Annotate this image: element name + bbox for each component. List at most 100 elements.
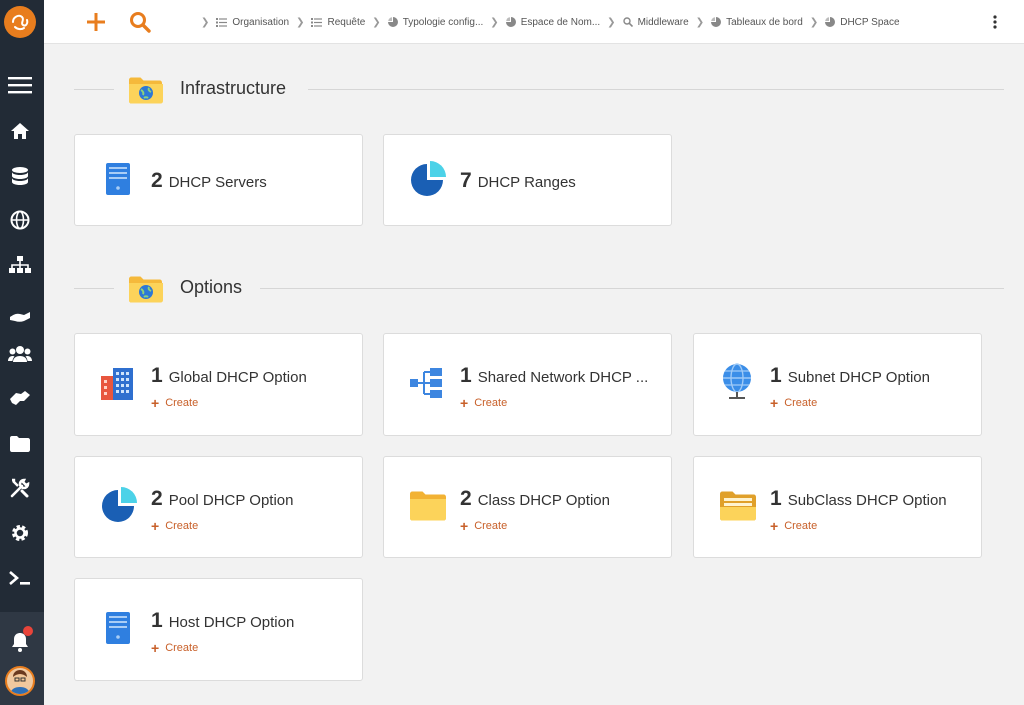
plus-icon: + (151, 518, 160, 534)
create-label: Create (784, 520, 818, 532)
terminal-icon[interactable] (6, 564, 34, 592)
app-logo[interactable] (4, 6, 36, 38)
card-title: Class DHCP Option (477, 492, 610, 509)
card-count: 1 (460, 364, 472, 387)
folder-icon[interactable] (6, 430, 34, 458)
globe-network-icon (720, 362, 754, 407)
section-infrastructure: Infrastructure (74, 72, 1004, 106)
card-subnet-dhcp-option[interactable]: 1 Subnet DHCP Option + Create (693, 333, 982, 436)
tree-icon (410, 366, 444, 405)
card-global-dhcp-option[interactable]: 1 Global DHCP Option + Create (74, 333, 363, 436)
card-label: 2 Class DHCP Option (460, 487, 610, 511)
folder-open-icon (720, 491, 756, 526)
search-button[interactable] (128, 10, 152, 34)
card-title: Host DHCP Option (168, 614, 295, 631)
pie-icon (387, 17, 398, 27)
sidebar (0, 0, 44, 705)
topbar: ❯ Organisation ❯ Requête ❯ Typologie con… (44, 0, 1024, 44)
card-class-dhcp-option[interactable]: 2 Class DHCP Option + Create (383, 456, 672, 558)
breadcrumb-label: DHCP Space (840, 16, 900, 28)
pie-chart-icon (101, 487, 137, 528)
breadcrumb-label: Middleware (637, 16, 689, 28)
card-subclass-dhcp-option[interactable]: 1 SubClass DHCP Option + Create (693, 456, 982, 558)
create-button[interactable]: + Create (770, 396, 817, 410)
breadcrumb-item[interactable]: ❯ Middleware (600, 17, 689, 28)
plus-icon (87, 13, 105, 31)
create-label: Create (165, 520, 199, 532)
folder-globe-icon (128, 74, 164, 111)
pie-icon (711, 17, 722, 27)
card-label: 7 DHCP Ranges (460, 169, 576, 193)
search-icon (130, 12, 151, 33)
search-icon (622, 17, 633, 27)
server-icon (105, 162, 131, 201)
gear-icon[interactable] (6, 519, 34, 547)
hand-icon[interactable] (6, 384, 34, 412)
avatar[interactable] (5, 666, 35, 696)
card-label: 1 Host DHCP Option (151, 609, 294, 633)
breadcrumb-label: Organisation (232, 16, 290, 28)
card-title: Global DHCP Option (168, 369, 307, 386)
plus-icon: + (151, 640, 160, 656)
server-icon (105, 611, 131, 650)
card-label: 1 Shared Network DHCP ... (460, 364, 648, 388)
building-icon (101, 366, 133, 405)
breadcrumb-label: Espace de Nom... (520, 16, 601, 28)
create-label: Create (165, 397, 199, 409)
add-button[interactable] (84, 10, 108, 34)
section-title: Infrastructure (180, 78, 287, 98)
section-title: Options (180, 277, 243, 297)
breadcrumb-item[interactable]: ❯ Tableaux de bord (689, 17, 803, 28)
list-icon (311, 17, 323, 27)
card-dhcp-ranges[interactable]: 7 DHCP Ranges (383, 134, 672, 226)
plus-icon: + (151, 395, 160, 411)
chevron-right-icon: ❯ (607, 16, 616, 28)
create-button[interactable]: + Create (151, 519, 198, 533)
card-shared-network-dhcp-option[interactable]: 1 Shared Network DHCP ... + Create (383, 333, 672, 436)
create-button[interactable]: + Create (460, 519, 507, 533)
card-title: DHCP Servers (168, 174, 267, 191)
tools-icon[interactable] (6, 474, 34, 502)
database-icon[interactable] (6, 162, 34, 190)
breadcrumb-label: Tableaux de bord (726, 16, 803, 28)
card-label: 2 Pool DHCP Option (151, 487, 293, 511)
breadcrumb-item[interactable]: ❯ DHCP Space (803, 17, 900, 28)
breadcrumb-item[interactable]: ❯ Organisation (194, 17, 289, 28)
chevron-right-icon: ❯ (201, 16, 210, 28)
create-button[interactable]: + Create (770, 519, 817, 533)
breadcrumb-item[interactable]: ❯ Espace de Nom... (483, 17, 600, 28)
breadcrumb-item[interactable]: ❯ Requête (289, 17, 365, 28)
plus-icon: + (460, 395, 469, 411)
card-title: Subnet DHCP Option (787, 369, 930, 386)
globe-icon[interactable] (6, 206, 34, 234)
handshake-icon[interactable] (6, 302, 34, 330)
card-pool-dhcp-option[interactable]: 2 Pool DHCP Option + Create (74, 456, 363, 558)
home-icon[interactable] (6, 117, 34, 145)
more-options-icon[interactable] (992, 14, 998, 30)
create-button[interactable]: + Create (460, 396, 507, 410)
card-dhcp-servers[interactable]: 2 DHCP Servers (74, 134, 363, 226)
users-icon[interactable] (6, 340, 34, 368)
chevron-right-icon: ❯ (809, 16, 819, 28)
breadcrumb-label: Requête (327, 16, 366, 28)
chevron-right-icon: ❯ (372, 16, 381, 28)
create-button[interactable]: + Create (151, 396, 198, 410)
card-count: 1 (770, 487, 782, 510)
folder-icon (410, 491, 446, 526)
menu-icon[interactable] (6, 71, 34, 99)
breadcrumb-item[interactable]: ❯ Typologie config... (365, 17, 483, 28)
card-title: SubClass DHCP Option (787, 492, 947, 509)
card-count: 1 (151, 364, 163, 387)
divider (74, 288, 114, 289)
pie-icon (825, 17, 836, 27)
card-count: 2 (151, 487, 163, 510)
sitemap-icon[interactable] (6, 251, 34, 279)
divider (74, 89, 114, 90)
list-icon (216, 17, 228, 27)
card-host-dhcp-option[interactable]: 1 Host DHCP Option + Create (74, 578, 363, 681)
create-button[interactable]: + Create (151, 641, 198, 655)
card-title: Shared Network DHCP ... (477, 369, 649, 386)
notification-badge (23, 626, 33, 636)
pie-icon (505, 17, 516, 27)
plus-icon: + (460, 518, 469, 534)
